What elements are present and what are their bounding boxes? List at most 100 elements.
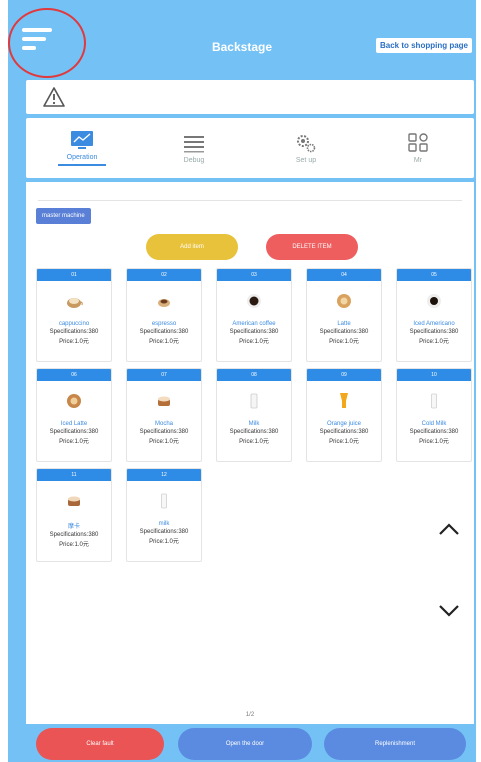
product-number: 12 bbox=[127, 469, 201, 481]
product-card[interactable]: 02 espresso Specifications:380 Price:1.0… bbox=[126, 268, 202, 362]
nav-bar: Operation Debug Set up Mr bbox=[26, 118, 474, 178]
tab-label: Operation bbox=[66, 154, 98, 161]
product-name: Mocha bbox=[154, 421, 173, 427]
product-card[interactable]: 10 Cold Milk Specifications:380 Price:1.… bbox=[396, 368, 472, 462]
gears-icon bbox=[297, 134, 316, 152]
product-spec: Specifications:380 bbox=[139, 429, 189, 435]
tab-label: Debug bbox=[183, 156, 205, 164]
scroll-down-icon[interactable] bbox=[438, 604, 460, 618]
mocha-image bbox=[158, 396, 170, 406]
product-card[interactable]: 01 cappuccino Specifications:380 Price:1… bbox=[36, 268, 112, 362]
product-price: Price:1.0元 bbox=[149, 339, 179, 345]
product-price: Price:1.0元 bbox=[59, 339, 89, 345]
tab-debug[interactable]: Debug bbox=[154, 133, 234, 164]
product-spec: Specifications:380 bbox=[409, 429, 459, 435]
product-name: Latte bbox=[337, 321, 351, 327]
product-spec: Specifications:380 bbox=[139, 529, 189, 535]
product-card[interactable]: 11 摩卡 Specifications:380 Price:1.0元 bbox=[36, 468, 112, 562]
product-name: Milk bbox=[248, 421, 260, 427]
product-number: 09 bbox=[307, 369, 381, 381]
grid-icon bbox=[408, 132, 428, 152]
product-card[interactable]: 04 Latte Specifications:380 Price:1.0元 bbox=[306, 268, 382, 362]
alert-bar bbox=[26, 80, 474, 114]
product-price: Price:1.0元 bbox=[419, 339, 449, 345]
product-price: Price:1.0元 bbox=[239, 339, 269, 345]
product-card[interactable]: 09 Orange juice Specifications:380 Price… bbox=[306, 368, 382, 462]
product-card[interactable]: 12 milk Specifications:380 Price:1.0元 bbox=[126, 468, 202, 562]
product-card[interactable]: 07 Mocha Specifications:380 Price:1.0元 bbox=[126, 368, 202, 462]
mocha-cn-image bbox=[68, 496, 80, 506]
page-indicator: 1/2 bbox=[245, 712, 255, 718]
header: Backstage Back to shopping page bbox=[8, 0, 476, 82]
latte-image bbox=[337, 294, 351, 308]
product-number: 02 bbox=[127, 269, 201, 281]
product-card[interactable]: 05 Iced Americano Specifications:380 Pri… bbox=[396, 268, 472, 362]
product-card[interactable]: 06 Iced Latte Specifications:380 Price:1… bbox=[36, 368, 112, 462]
american-coffee-image bbox=[247, 294, 261, 308]
milk-image bbox=[161, 493, 167, 509]
product-name: American coffee bbox=[232, 321, 276, 327]
product-name: Iced Latte bbox=[60, 421, 88, 427]
back-to-shopping-button[interactable]: Back to shopping page bbox=[375, 38, 472, 53]
divider bbox=[38, 200, 462, 201]
tab-label: Mr bbox=[413, 156, 423, 164]
product-price: Price:1.0元 bbox=[59, 439, 89, 445]
cold-milk-image bbox=[431, 393, 437, 409]
product-spec: Specifications:380 bbox=[319, 429, 369, 435]
product-price: Price:1.0元 bbox=[419, 439, 449, 445]
espresso-image bbox=[158, 299, 170, 307]
product-card[interactable]: 08 Milk Specifications:380 Price:1.0元 bbox=[216, 368, 292, 462]
product-price: Price:1.0元 bbox=[149, 539, 179, 545]
tab-mr[interactable]: Mr bbox=[378, 132, 458, 164]
chart-monitor-icon bbox=[71, 131, 93, 149]
product-name: cappuccino bbox=[58, 321, 90, 327]
product-card[interactable]: 03 American coffee Specifications:380 Pr… bbox=[216, 268, 292, 362]
product-spec: Specifications:380 bbox=[139, 329, 189, 335]
product-spec: Specifications:380 bbox=[49, 329, 99, 335]
product-number: 01 bbox=[37, 269, 111, 281]
product-number: 07 bbox=[127, 369, 201, 381]
product-price: Price:1.0元 bbox=[149, 439, 179, 445]
main-panel: master machine Add item DELETE ITEM 01 c… bbox=[26, 182, 474, 724]
tab-set-up[interactable]: Set up bbox=[266, 133, 346, 164]
product-price: Price:1.0元 bbox=[329, 339, 359, 345]
open-door-button[interactable]: Open the door bbox=[178, 728, 312, 760]
product-spec: Specifications:380 bbox=[229, 429, 279, 435]
add-item-button[interactable]: Add item bbox=[146, 234, 238, 260]
product-spec: Specifications:380 bbox=[319, 329, 369, 335]
product-name: Iced Americano bbox=[413, 321, 455, 327]
product-price: Price:1.0元 bbox=[59, 542, 89, 548]
machine-mode-badge[interactable]: master machine bbox=[36, 208, 91, 224]
product-spec: Specifications:380 bbox=[49, 532, 99, 538]
product-name: espresso bbox=[151, 321, 177, 327]
product-number: 04 bbox=[307, 269, 381, 281]
product-spec: Specifications:380 bbox=[409, 329, 459, 335]
active-underline bbox=[58, 164, 106, 166]
delete-item-button[interactable]: DELETE ITEM bbox=[266, 234, 358, 260]
cappuccino-image bbox=[67, 298, 83, 308]
product-name: Cold Milk bbox=[421, 421, 447, 427]
product-name: milk bbox=[158, 521, 170, 527]
product-name: Orange juice bbox=[326, 421, 362, 427]
product-number: 10 bbox=[397, 369, 471, 381]
replenishment-button[interactable]: Replenishment bbox=[324, 728, 466, 760]
product-price: Price:1.0元 bbox=[329, 439, 359, 445]
clear-fault-button[interactable]: Clear fault bbox=[36, 728, 164, 760]
milk-glass-image bbox=[250, 393, 258, 409]
orange-juice-image bbox=[340, 393, 348, 408]
product-number: 05 bbox=[397, 269, 471, 281]
product-number: 11 bbox=[37, 469, 111, 481]
product-price: Price:1.0元 bbox=[239, 439, 269, 445]
product-number: 03 bbox=[217, 269, 291, 281]
product-name: 摩卡 bbox=[67, 524, 80, 530]
iced-americano-image bbox=[427, 294, 441, 308]
product-number: 08 bbox=[217, 369, 291, 381]
product-spec: Specifications:380 bbox=[49, 429, 99, 435]
tab-operation[interactable]: Operation bbox=[42, 130, 122, 166]
scroll-up-icon[interactable] bbox=[438, 522, 460, 536]
tab-label: Set up bbox=[295, 156, 317, 164]
warning-icon bbox=[43, 87, 65, 107]
iced-latte-image bbox=[67, 394, 81, 408]
list-icon bbox=[184, 135, 204, 152]
product-spec: Specifications:380 bbox=[229, 329, 279, 335]
